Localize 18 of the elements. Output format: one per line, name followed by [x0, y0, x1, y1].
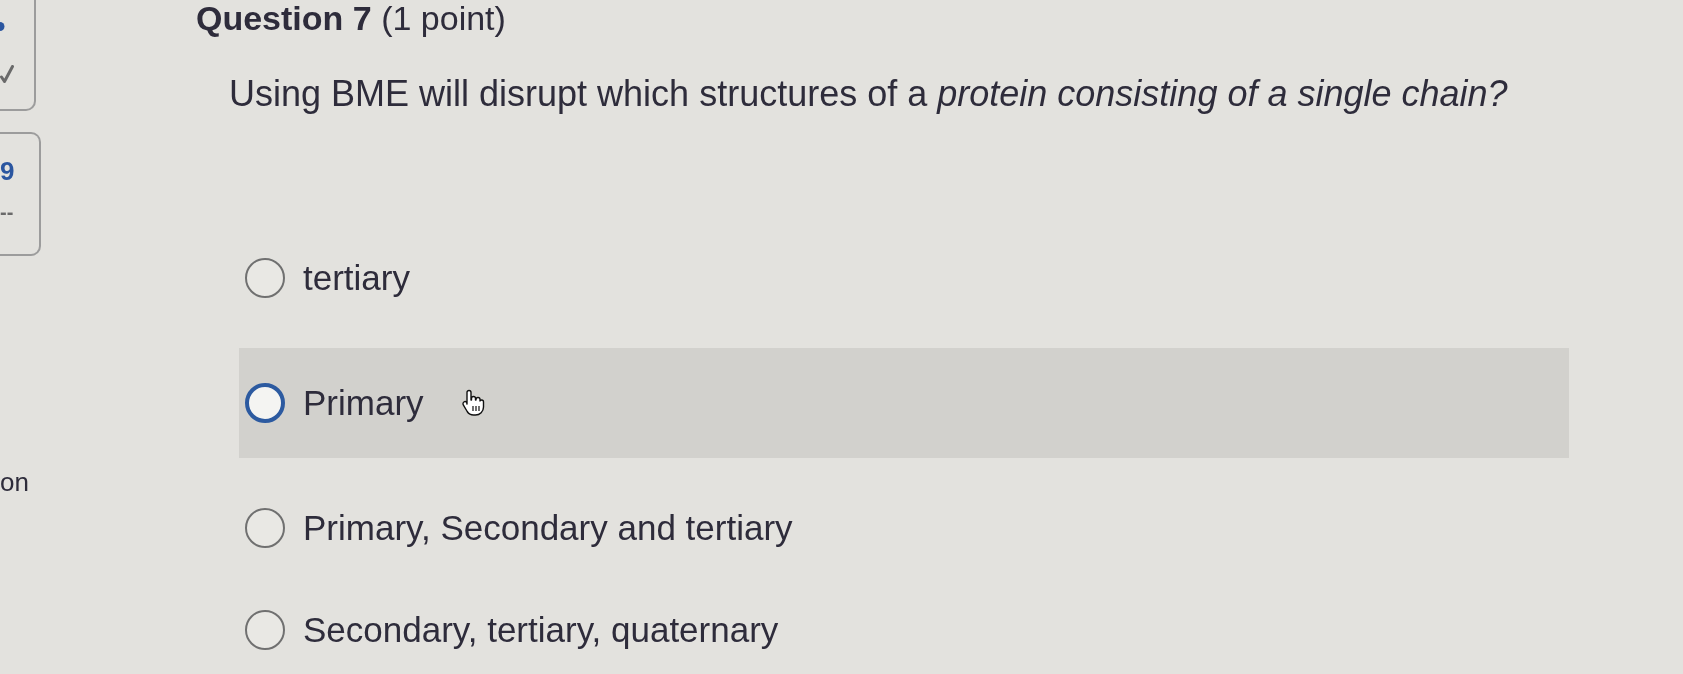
option-highlight[interactable]: Primary	[239, 348, 1569, 458]
check-icon	[0, 65, 14, 83]
question-text: Using BME will disrupt which structures of a protein consisting of a single chain?	[229, 72, 1508, 116]
nav-label: on	[0, 468, 29, 496]
question-heading: Question 7 (1 point)	[196, 0, 506, 36]
hand-cursor-icon	[461, 389, 486, 417]
question-nav-card[interactable]: 9 --	[0, 132, 41, 256]
question-number: 9	[0, 156, 15, 186]
option-label: Primary	[303, 382, 424, 424]
option-label: Primary, Secondary and tertiary	[303, 507, 793, 549]
radio-button[interactable]	[245, 508, 285, 548]
question-nav-card[interactable]	[0, 0, 36, 111]
radio-button[interactable]	[245, 258, 285, 298]
question-points: --	[0, 202, 14, 222]
option-label: Secondary, tertiary, quaternary	[303, 609, 779, 651]
radio-button[interactable]	[245, 610, 285, 650]
option-label: tertiary	[303, 257, 410, 299]
radio-button[interactable]	[245, 383, 285, 423]
